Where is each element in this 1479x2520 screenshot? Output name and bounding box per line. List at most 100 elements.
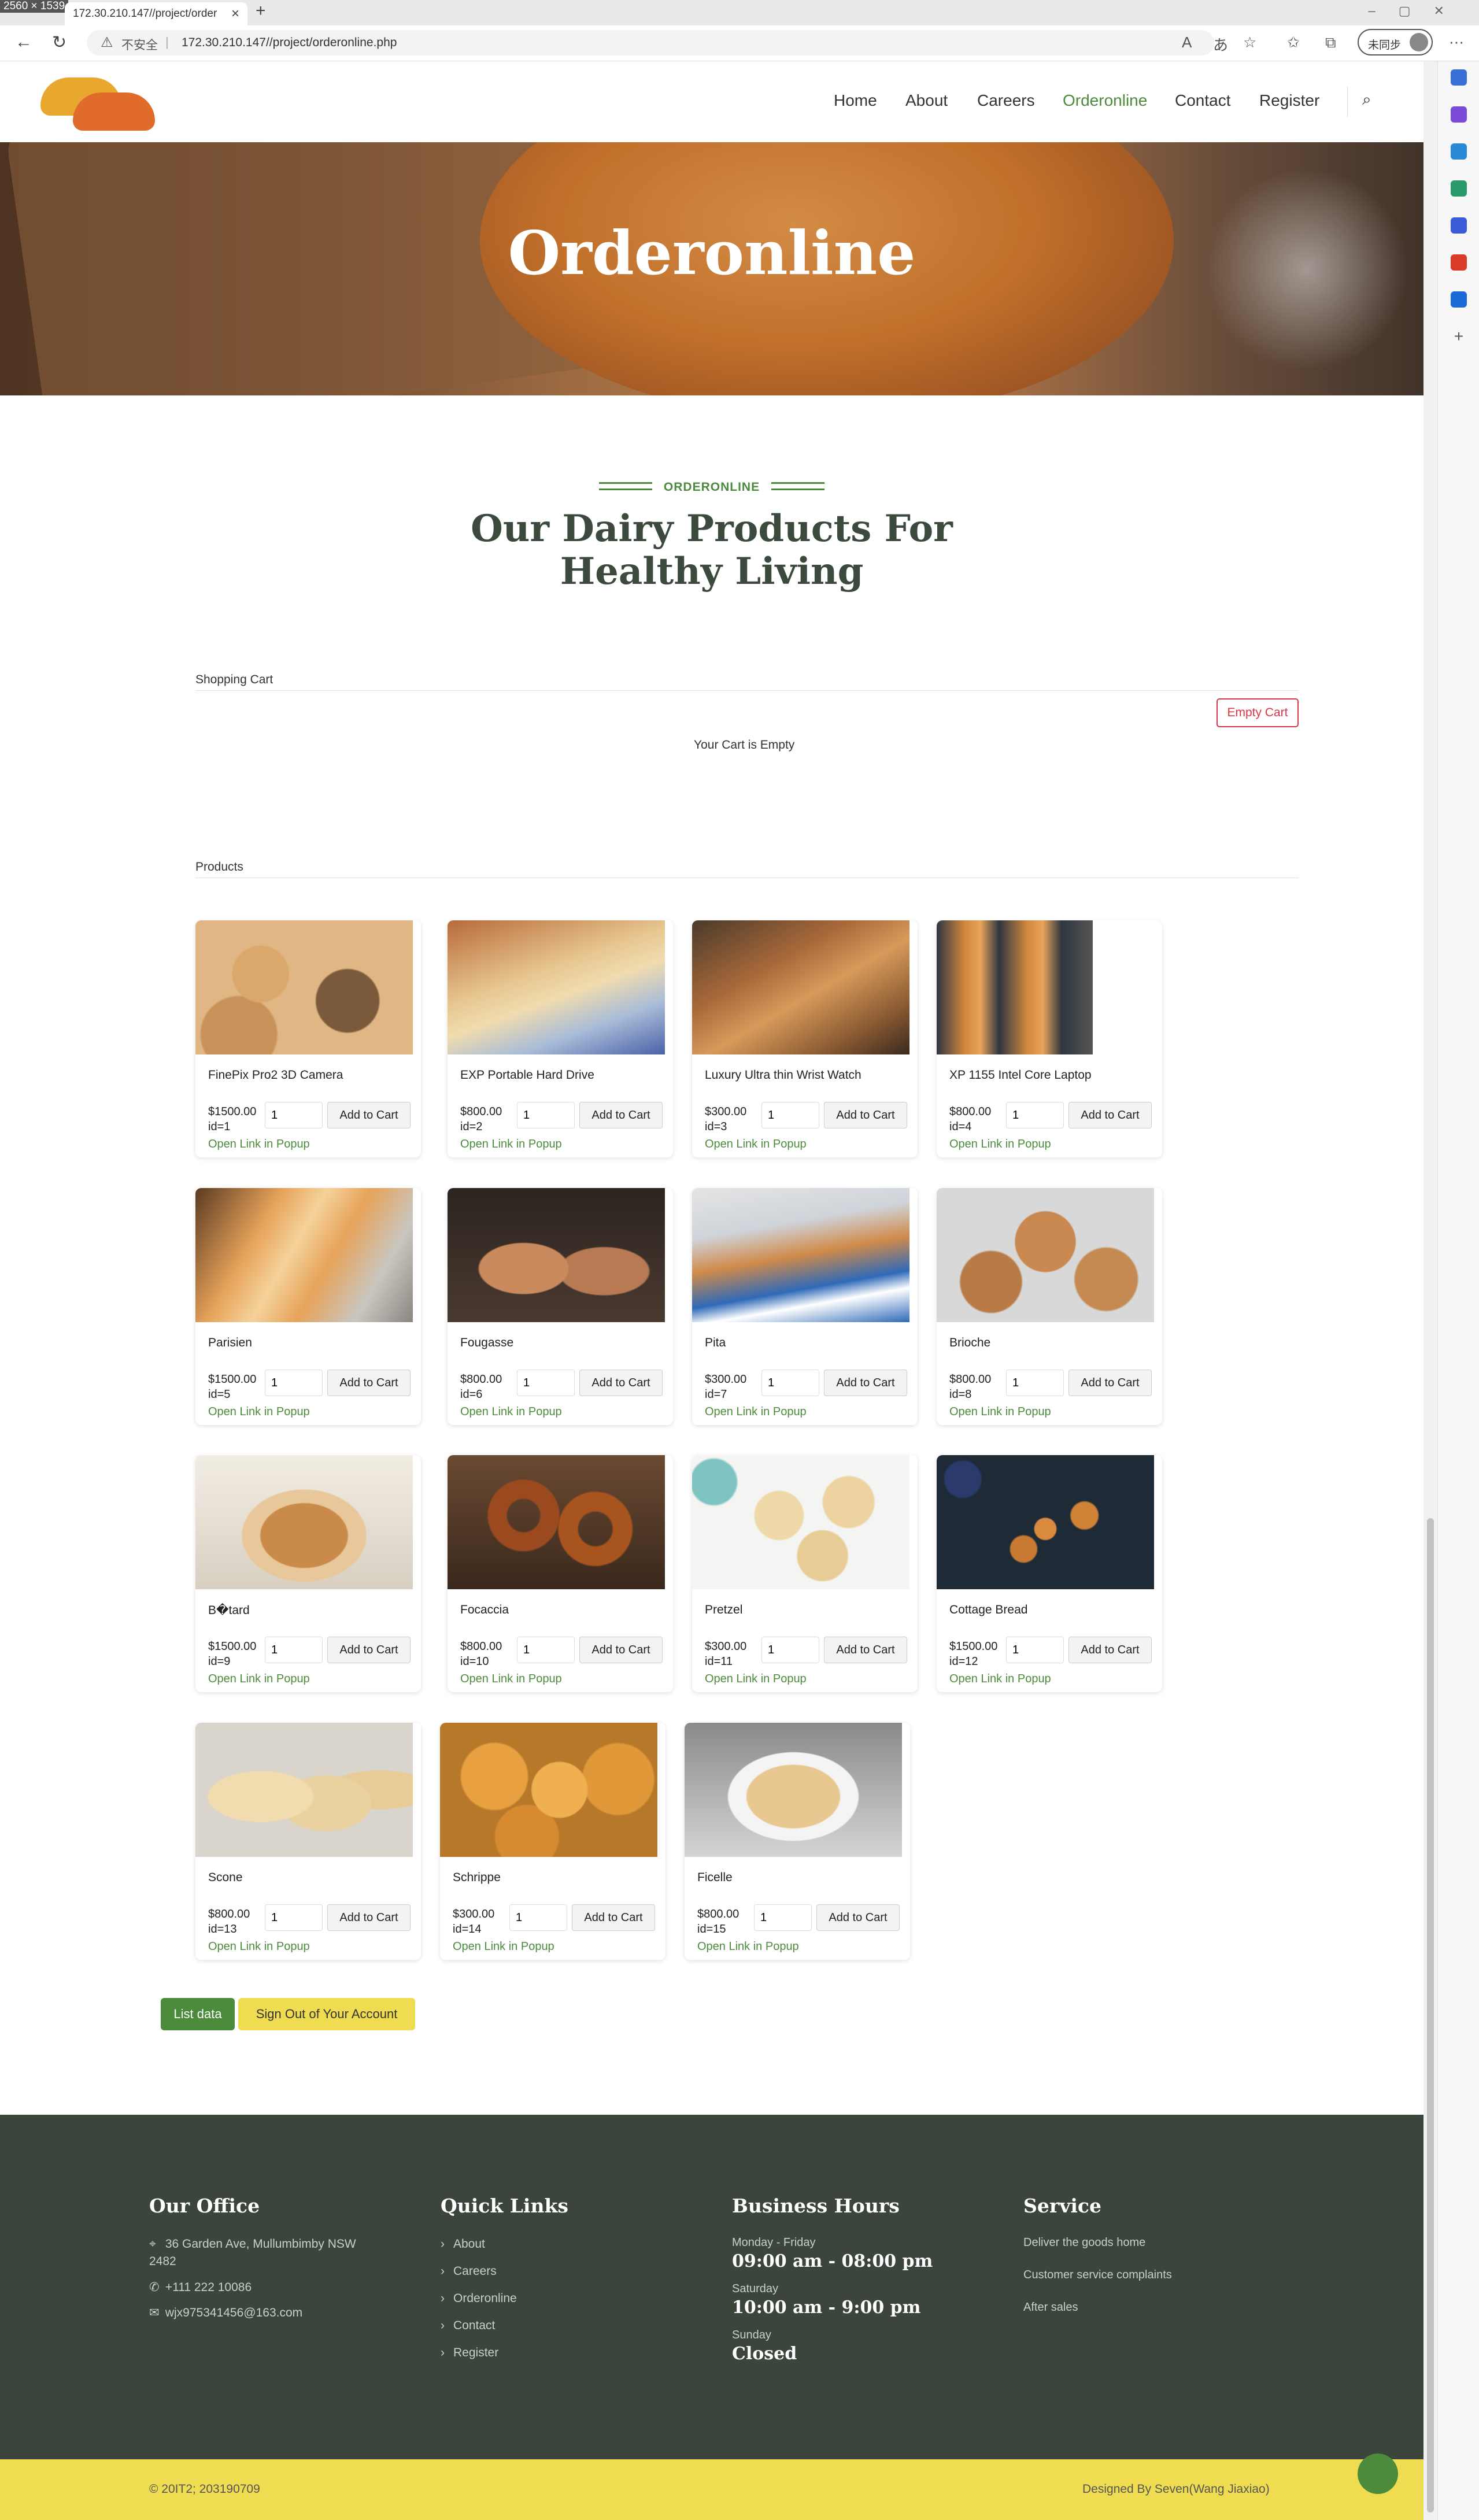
add-to-cart-button[interactable]: Add to Cart: [1068, 1102, 1152, 1128]
open-popup-link[interactable]: Open Link in Popup: [705, 1672, 807, 1686]
add-to-cart-button[interactable]: Add to Cart: [1068, 1637, 1152, 1663]
open-popup-link[interactable]: Open Link in Popup: [208, 1405, 310, 1419]
product-image[interactable]: [685, 1723, 902, 1857]
product-image[interactable]: [692, 920, 909, 1054]
collections-icon[interactable]: ⧉: [1325, 34, 1336, 52]
nav-register[interactable]: Register: [1259, 91, 1319, 110]
list-data-button[interactable]: List data: [161, 1998, 235, 2030]
menu-dots-icon[interactable]: ⋯: [1449, 34, 1464, 51]
open-popup-link[interactable]: Open Link in Popup: [208, 1672, 310, 1686]
product-image[interactable]: [195, 920, 413, 1054]
search-icon[interactable]: [1451, 69, 1467, 86]
product-image[interactable]: [448, 1455, 665, 1589]
open-popup-link[interactable]: Open Link in Popup: [949, 1672, 1051, 1686]
outlook-icon[interactable]: [1451, 291, 1467, 308]
product-image[interactable]: [937, 920, 1093, 1054]
open-popup-link[interactable]: Open Link in Popup: [949, 1138, 1051, 1151]
quantity-input[interactable]: [265, 1637, 323, 1663]
add-to-cart-button[interactable]: Add to Cart: [824, 1370, 907, 1396]
quantity-input[interactable]: [265, 1370, 323, 1396]
quantity-input[interactable]: [761, 1102, 819, 1128]
open-popup-link[interactable]: Open Link in Popup: [460, 1672, 562, 1686]
quantity-input[interactable]: [517, 1102, 575, 1128]
quantity-input[interactable]: [509, 1904, 567, 1931]
favorite-icon[interactable]: ☆: [1243, 34, 1256, 51]
nav-contact[interactable]: Contact: [1175, 91, 1231, 110]
url-field[interactable]: ⚠ 不安全 | 172.30.210.147//project/orderonl…: [87, 30, 1214, 55]
footer-link-careers[interactable]: › Careers: [441, 2264, 497, 2278]
product-image[interactable]: [937, 1188, 1154, 1322]
open-popup-link[interactable]: Open Link in Popup: [453, 1940, 554, 1953]
open-popup-link[interactable]: Open Link in Popup: [705, 1405, 807, 1419]
bakery-logo[interactable]: [40, 72, 162, 135]
shopping-icon[interactable]: [1451, 143, 1467, 160]
product-image[interactable]: [440, 1723, 657, 1857]
quantity-input[interactable]: [517, 1370, 575, 1396]
add-to-cart-button[interactable]: Add to Cart: [579, 1637, 663, 1663]
games-icon[interactable]: [1451, 217, 1467, 234]
product-image[interactable]: [937, 1455, 1154, 1589]
quantity-input[interactable]: [1006, 1370, 1064, 1396]
nav-home[interactable]: Home: [834, 91, 877, 110]
tools-icon[interactable]: [1451, 180, 1467, 197]
copilot-icon[interactable]: [1451, 106, 1467, 123]
window-controls[interactable]: –▢✕: [1369, 3, 1467, 18]
open-popup-link[interactable]: Open Link in Popup: [208, 1940, 310, 1953]
add-to-cart-button[interactable]: Add to Cart: [824, 1102, 907, 1128]
quantity-input[interactable]: [761, 1637, 819, 1663]
scrollbar-thumb[interactable]: [1427, 1518, 1434, 2512]
service-item[interactable]: After sales: [1023, 2301, 1078, 2314]
product-image[interactable]: [448, 1188, 665, 1322]
add-to-cart-button[interactable]: Add to Cart: [824, 1637, 907, 1663]
add-to-cart-button[interactable]: Add to Cart: [579, 1370, 663, 1396]
open-popup-link[interactable]: Open Link in Popup: [460, 1405, 562, 1419]
browser-tab[interactable]: 172.30.210.147//project/orderon ×: [65, 2, 247, 25]
open-popup-link[interactable]: Open Link in Popup: [705, 1138, 807, 1151]
add-to-cart-button[interactable]: Add to Cart: [1068, 1370, 1152, 1396]
profile-sync-button[interactable]: 未同步: [1358, 29, 1433, 55]
quantity-input[interactable]: [1006, 1102, 1064, 1128]
product-image[interactable]: [692, 1188, 909, 1322]
quantity-input[interactable]: [754, 1904, 812, 1931]
add-to-cart-button[interactable]: Add to Cart: [327, 1637, 411, 1663]
nav-about[interactable]: About: [905, 91, 948, 110]
close-tab-icon[interactable]: ×: [231, 6, 239, 22]
favorites-icon[interactable]: ✩: [1287, 34, 1300, 51]
add-to-cart-button[interactable]: Add to Cart: [327, 1904, 411, 1931]
open-popup-link[interactable]: Open Link in Popup: [460, 1138, 562, 1151]
open-popup-link[interactable]: Open Link in Popup: [208, 1138, 310, 1151]
add-to-cart-button[interactable]: Add to Cart: [572, 1904, 655, 1931]
footer-link-orderonline[interactable]: › Orderonline: [441, 2292, 517, 2306]
new-tab-icon[interactable]: +: [256, 1, 266, 21]
footer-link-register[interactable]: › Register: [441, 2346, 498, 2360]
add-icon[interactable]: +: [1451, 328, 1467, 345]
quantity-input[interactable]: [517, 1637, 575, 1663]
product-image[interactable]: [448, 920, 665, 1054]
add-to-cart-button[interactable]: Add to Cart: [816, 1904, 900, 1931]
service-item[interactable]: Deliver the goods home: [1023, 2236, 1145, 2249]
page-scrollbar[interactable]: [1423, 61, 1437, 2520]
translate-icon[interactable]: あ: [1213, 34, 1228, 55]
office-icon[interactable]: [1451, 254, 1467, 271]
back-to-top-button[interactable]: [1358, 2454, 1398, 2494]
add-to-cart-button[interactable]: Add to Cart: [327, 1102, 411, 1128]
empty-cart-button[interactable]: Empty Cart: [1217, 698, 1299, 727]
quantity-input[interactable]: [265, 1904, 323, 1931]
open-popup-link[interactable]: Open Link in Popup: [949, 1405, 1051, 1419]
footer-link-contact[interactable]: › Contact: [441, 2319, 495, 2333]
product-image[interactable]: [195, 1455, 413, 1589]
product-image[interactable]: [195, 1188, 413, 1322]
nav-careers[interactable]: Careers: [977, 91, 1035, 110]
sign-out-button[interactable]: Sign Out of Your Account: [238, 1998, 415, 2030]
add-to-cart-button[interactable]: Add to Cart: [327, 1370, 411, 1396]
footer-link-about[interactable]: › About: [441, 2237, 485, 2251]
quantity-input[interactable]: [761, 1370, 819, 1396]
nav-orderonline[interactable]: Orderonline: [1063, 91, 1147, 110]
back-arrow-icon[interactable]: ←: [15, 32, 32, 52]
open-popup-link[interactable]: Open Link in Popup: [697, 1940, 799, 1953]
search-icon[interactable]: ⌕: [1362, 90, 1371, 109]
add-to-cart-button[interactable]: Add to Cart: [579, 1102, 663, 1128]
service-item[interactable]: Customer service complaints: [1023, 2269, 1172, 2282]
quantity-input[interactable]: [1006, 1637, 1064, 1663]
reload-icon[interactable]: ↻: [52, 32, 66, 53]
